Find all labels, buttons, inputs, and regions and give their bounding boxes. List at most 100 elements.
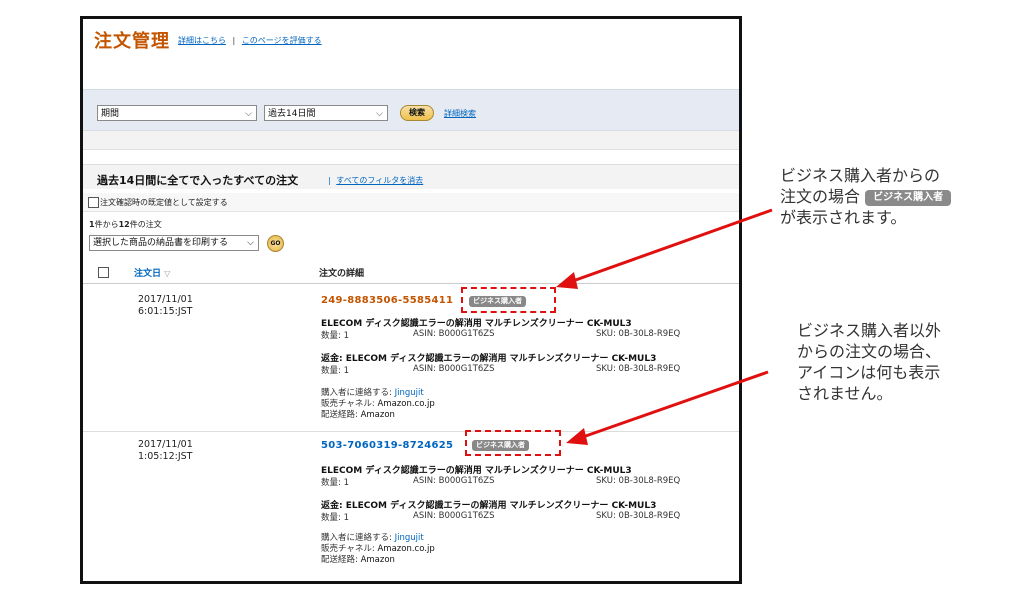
contact-buyer-link[interactable]: Jingujit: [395, 388, 424, 398]
item-quantity: 数量: 1: [321, 476, 349, 488]
period-select[interactable]: 期間 ⌵: [97, 105, 257, 121]
asin-label: ASIN:: [413, 364, 436, 374]
annotation-text: 注文の場合: [780, 187, 861, 206]
item-asin: ASIN: B000G1T6ZS: [413, 476, 495, 486]
clear-filters: | すべてのフィルタを消去: [328, 175, 423, 186]
item-asin: ASIN: B000G1T6ZS: [413, 364, 495, 374]
fulfillment-route: 配送経路: Amazon: [321, 410, 435, 421]
sku-value: 0B-30L8-R9EQ: [618, 329, 681, 339]
count-end: 件の注文: [129, 220, 162, 229]
item-quantity: 数量: 1: [321, 329, 349, 341]
clear-filters-link[interactable]: すべてのフィルタを消去: [336, 176, 423, 185]
page-title: 注文管理: [94, 31, 170, 52]
order-divider: [83, 431, 739, 432]
fulfillment-route: 配送経路: Amazon: [321, 555, 435, 566]
channel-value: Amazon.co.jp: [377, 544, 435, 554]
sku-value: 0B-30L8-R9EQ: [618, 511, 681, 521]
sales-channel: 販売チャネル: Amazon.co.jp: [321, 399, 435, 410]
search-button[interactable]: 検索: [400, 105, 434, 121]
range-select-value: 過去14日間: [268, 109, 316, 119]
select-all-checkbox[interactable]: [98, 267, 109, 278]
order-id-link[interactable]: 503-7060319-8724625: [321, 440, 453, 451]
default-setting-checkbox[interactable]: [88, 197, 99, 208]
annotation-line: されません。: [797, 384, 893, 403]
contact-buyer-link[interactable]: Jingujit: [395, 533, 424, 543]
asin-value: B000G1T6ZS: [438, 476, 495, 486]
chevron-down-icon: ⌵: [245, 109, 252, 119]
sort-chevron-icon: ▽: [164, 269, 171, 278]
qty-label: 数量:: [321, 366, 341, 376]
order-id-link[interactable]: 249-8883506-5585411: [321, 295, 453, 306]
business-buyer-badge: ビジネス購入者: [865, 190, 952, 206]
sku-value: 0B-30L8-R9EQ: [618, 476, 681, 486]
order-date: 2017/11/01 1:05:12:JST: [138, 439, 193, 463]
item-sku: SKU: 0B-30L8-R9EQ: [596, 329, 680, 339]
qty-value: 1: [343, 478, 349, 488]
sku-label: SKU:: [596, 329, 616, 339]
sku-value: 0B-30L8-R9EQ: [618, 364, 681, 374]
qty-label: 数量:: [321, 478, 341, 488]
channel-value: Amazon.co.jp: [377, 399, 435, 409]
qty-value: 1: [343, 331, 349, 341]
annotation-line: 注文の場合 ビジネス購入者: [780, 186, 952, 207]
rate-page-link[interactable]: このページを評価する: [242, 36, 322, 45]
range-select[interactable]: 過去14日間 ⌵: [264, 105, 388, 121]
sku-label: SKU:: [596, 476, 616, 486]
route-label: 配送経路:: [321, 410, 358, 420]
qty-value: 1: [343, 366, 349, 376]
chevron-down-icon: ⌵: [376, 109, 383, 119]
qty-value: 1: [343, 513, 349, 523]
result-count: 1件から12件の注文: [89, 219, 162, 230]
column-order-date[interactable]: 注文日 ▽: [134, 266, 170, 279]
contact-buyer: 購入者に連絡する: Jingujit: [321, 388, 435, 399]
asin-label: ASIN:: [413, 476, 436, 486]
column-header-row: [83, 259, 739, 284]
order-date-value: 2017/11/01: [138, 294, 193, 305]
annotation-line: が表示されます。: [780, 208, 907, 227]
order-meta: 購入者に連絡する: Jingujit 販売チャネル: Amazon.co.jp …: [321, 533, 435, 566]
chevron-down-icon: ⌵: [247, 238, 254, 248]
qty-label: 数量:: [321, 331, 341, 341]
header-links: 詳細はこちら | このページを評価する: [178, 35, 322, 46]
column-order-date-label: 注文日: [134, 269, 162, 279]
highlight-box: [465, 430, 561, 456]
go-button[interactable]: GO: [267, 235, 284, 252]
asin-label: ASIN:: [413, 511, 436, 521]
channel-label: 販売チャネル:: [321, 544, 375, 554]
screenshot-frame: 注文管理 詳細はこちら | このページを評価する 期間 ⌵ 過去14日間 ⌵ 検…: [80, 16, 742, 584]
product-name[interactable]: 返金: ELECOM ディスク認識エラーの解消用 マルチレンズクリーナー CK-…: [321, 351, 656, 364]
header-separator: |: [232, 36, 236, 45]
product-name[interactable]: 返金: ELECOM ディスク認識エラーの解消用 マルチレンズクリーナー CK-…: [321, 498, 656, 511]
section-title: 過去14日間に全てで入ったすべての注文: [97, 174, 299, 187]
count-to: 12: [118, 220, 130, 229]
default-setting-label: 注文確認時の既定値として設定する: [100, 198, 228, 207]
annotation-line: アイコンは何も表示: [797, 363, 941, 382]
product-name[interactable]: ELECOM ディスク認識エラーの解消用 マルチレンズクリーナー CK-MUL3: [321, 463, 632, 476]
item-quantity: 数量: 1: [321, 511, 349, 523]
asin-value: B000G1T6ZS: [438, 329, 495, 339]
order-management-page: 注文管理 詳細はこちら | このページを評価する 期間 ⌵ 過去14日間 ⌵ 検…: [83, 19, 739, 581]
advanced-search-link[interactable]: 詳細検索: [444, 108, 476, 119]
sales-channel: 販売チャネル: Amazon.co.jp: [321, 544, 435, 555]
item-quantity: 数量: 1: [321, 364, 349, 376]
item-sku: SKU: 0B-30L8-R9EQ: [596, 511, 680, 521]
sku-label: SKU:: [596, 364, 616, 374]
section-separator: |: [328, 176, 331, 185]
order-meta: 購入者に連絡する: Jingujit 販売チャネル: Amazon.co.jp …: [321, 388, 435, 421]
route-value: Amazon: [360, 555, 395, 565]
count-mid: 件から: [94, 220, 119, 229]
order-time-value: 6:01:15:JST: [138, 306, 193, 317]
contact-label: 購入者に連絡する:: [321, 388, 392, 398]
column-order-detail: 注文の詳細: [319, 269, 365, 279]
route-label: 配送経路:: [321, 555, 358, 565]
annotation-line: ビジネス購入者以外: [797, 321, 942, 340]
asin-value: B000G1T6ZS: [438, 364, 495, 374]
highlight-box: [461, 287, 556, 313]
annotation-line: ビジネス購入者からの: [780, 166, 941, 185]
product-name[interactable]: ELECOM ディスク認識エラーの解消用 マルチレンズクリーナー CK-MUL3: [321, 316, 632, 329]
contact-label: 購入者に連絡する:: [321, 533, 392, 543]
annotation-line: からの注文の場合、: [797, 342, 942, 361]
print-action-select[interactable]: 選択した商品の納品書を印刷する ⌵: [89, 235, 259, 251]
contact-buyer: 購入者に連絡する: Jingujit: [321, 533, 435, 544]
details-link[interactable]: 詳細はこちら: [178, 36, 226, 45]
